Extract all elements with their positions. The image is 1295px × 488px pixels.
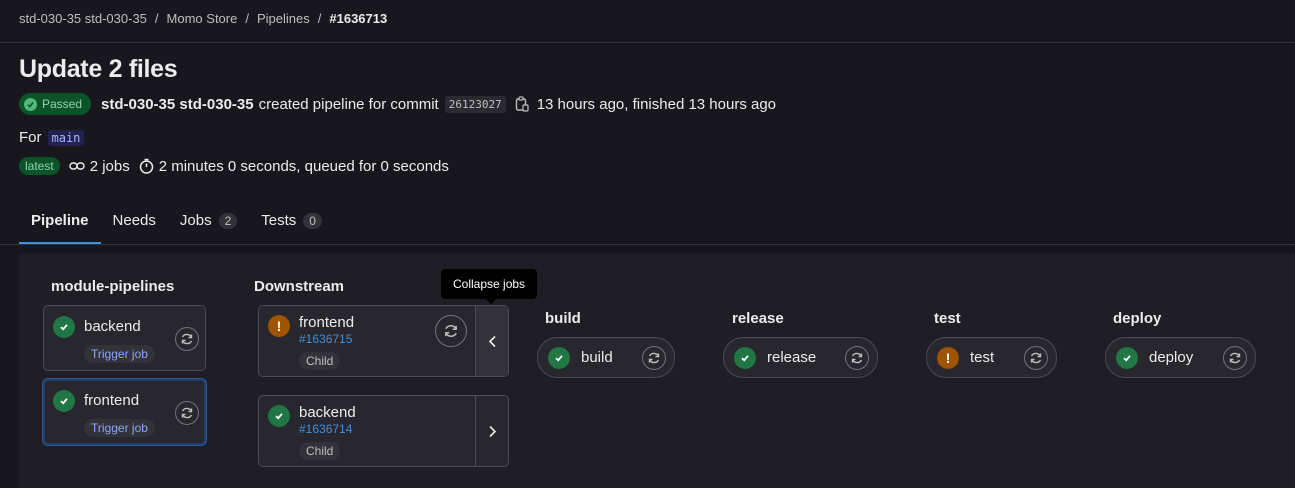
success-status-icon (548, 346, 570, 369)
job-name: release (767, 349, 817, 366)
author-link[interactable]: std-030-35 std-030-35 (101, 96, 254, 113)
tab-jobs[interactable]: Jobs 2 (168, 200, 249, 244)
copy-icon[interactable] (515, 96, 529, 112)
tab-count-badge: 0 (303, 213, 322, 229)
pipeline-info: latest 2 jobs 2 minutes 0 seconds, queue… (19, 157, 449, 175)
chevron-right-icon (488, 425, 496, 437)
pipeline-meta: Passed std-030-35 std-030-35 created pip… (19, 93, 776, 115)
created-text: created pipeline for commit (258, 95, 439, 113)
downstream-pipeline-link[interactable]: #1636714 (299, 422, 352, 436)
job-test[interactable]: ! test (926, 337, 1057, 378)
breadcrumb-group-link[interactable]: std-030-35 std-030-35 (19, 11, 147, 26)
retry-icon[interactable] (1024, 345, 1048, 370)
child-badge: Child (299, 442, 341, 460)
warning-status-icon: ! (937, 346, 959, 369)
breadcrumb-separator: / (154, 11, 159, 26)
tabs-divider (0, 244, 1295, 245)
upstream-job-card[interactable]: frontend Trigger job (43, 379, 206, 445)
page-title: Update 2 files (19, 55, 178, 83)
tab-needs[interactable]: Needs (101, 200, 168, 244)
jobs-icon (68, 160, 85, 172)
downstream-name: frontend (299, 314, 355, 331)
upstream-job-card[interactable]: backend Trigger job (43, 305, 206, 371)
tab-tests[interactable]: Tests 0 (249, 200, 334, 244)
job-name: deploy (1149, 349, 1194, 366)
downstream-pipeline-link[interactable]: #1636715 (299, 332, 352, 346)
stage-title-build: build (545, 310, 581, 327)
pipeline-tabs: Pipeline Needs Jobs 2 Tests 0 (19, 200, 334, 244)
job-name: frontend (84, 392, 140, 409)
collapse-jobs-tooltip: Collapse jobs (441, 269, 538, 304)
retry-icon[interactable] (435, 315, 467, 347)
latest-badge: latest (19, 157, 60, 175)
downstream-pipeline-card[interactable]: backend #1636714 Child (258, 395, 509, 467)
for-label: For (19, 129, 42, 146)
chevron-left-icon (488, 335, 496, 347)
jobs-count: 2 jobs (89, 157, 130, 175)
success-status-icon (53, 316, 75, 338)
job-name: backend (84, 318, 141, 335)
tab-count-badge: 2 (218, 213, 238, 229)
job-deploy[interactable]: deploy (1105, 337, 1256, 378)
duration-text: 2 minutes 0 seconds, queued for 0 second… (158, 157, 449, 175)
warning-status-icon: ! (268, 315, 290, 337)
breadcrumb: std-030-35 std-030-35 / Momo Store / Pip… (19, 11, 387, 26)
success-status-icon (734, 346, 756, 369)
job-name: test (970, 349, 995, 366)
breadcrumb-pipelines-link[interactable]: Pipelines (257, 11, 310, 26)
collapse-jobs-button[interactable] (475, 306, 508, 376)
tab-label: Pipeline (31, 212, 89, 229)
retry-icon[interactable] (175, 401, 199, 425)
tab-label: Jobs (179, 212, 212, 229)
breadcrumb-current[interactable]: #1636713 (329, 11, 387, 26)
success-status-icon (1116, 346, 1138, 369)
retry-icon[interactable] (642, 345, 666, 370)
tab-label: Needs (112, 212, 156, 229)
retry-icon[interactable] (175, 327, 199, 351)
retry-icon[interactable] (845, 345, 869, 370)
retry-icon[interactable] (1223, 345, 1247, 370)
stage-title-release: release (732, 310, 784, 327)
tab-label: Tests (261, 212, 297, 229)
timer-icon (139, 158, 154, 174)
branch-line: For main (19, 129, 85, 146)
stage-title-deploy: deploy (1113, 310, 1162, 327)
header-divider (0, 42, 1295, 43)
success-status-icon (53, 390, 75, 412)
commit-sha-link[interactable]: 26123027 (444, 95, 506, 113)
expand-jobs-button[interactable] (475, 396, 508, 466)
pipeline-time: 13 hours ago, finished 13 hours ago (536, 95, 777, 113)
downstream-pipeline-card[interactable]: ! frontend #1636715 Child (258, 305, 509, 377)
upstream-column-title: module-pipelines (51, 278, 175, 295)
trigger-job-badge: Trigger job (84, 419, 155, 437)
breadcrumb-project-link[interactable]: Momo Store (167, 11, 238, 26)
status-badge-label: Passed (42, 97, 83, 111)
success-status-icon (268, 405, 290, 427)
job-release[interactable]: release (723, 337, 878, 378)
stage-title-test: test (934, 310, 961, 327)
job-name: build (581, 349, 613, 366)
breadcrumb-separator: / (245, 11, 249, 26)
breadcrumb-separator: / (317, 11, 322, 26)
downstream-column-title: Downstream (254, 278, 345, 295)
status-badge[interactable]: Passed (19, 93, 92, 115)
trigger-job-badge: Trigger job (84, 345, 155, 363)
check-circle-icon (24, 97, 37, 111)
downstream-name: backend (299, 404, 356, 421)
job-build[interactable]: build (537, 337, 675, 378)
tab-pipeline[interactable]: Pipeline (19, 200, 101, 244)
branch-link[interactable]: main (47, 129, 85, 146)
child-badge: Child (299, 352, 341, 370)
